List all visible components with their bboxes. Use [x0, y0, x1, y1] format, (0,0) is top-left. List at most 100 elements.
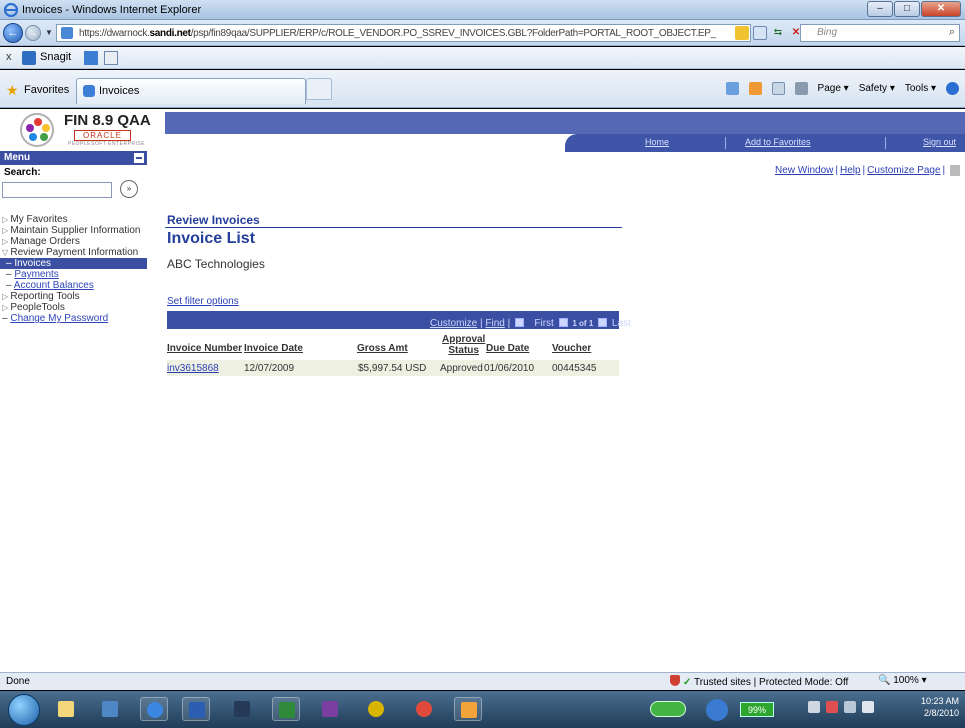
- action-center-icon[interactable]: [826, 701, 838, 713]
- compatibility-icon[interactable]: [753, 26, 767, 40]
- snagit-window-icon[interactable]: [104, 51, 118, 65]
- customize-page-link[interactable]: Customize Page: [867, 165, 940, 176]
- lock-icon[interactable]: [735, 26, 749, 40]
- menu-search-input[interactable]: [2, 182, 112, 198]
- oracle-logo: ORACLE: [74, 130, 131, 141]
- search-icon[interactable]: ⌕: [949, 26, 955, 39]
- minimize-button[interactable]: –: [867, 1, 893, 17]
- col-approval-status[interactable]: Approval Status: [442, 334, 485, 356]
- history-dropdown-icon[interactable]: ▼: [45, 28, 53, 37]
- refresh-icon[interactable]: ⇆: [771, 26, 785, 40]
- media-taskbar-icon[interactable]: [96, 697, 124, 721]
- excel-taskbar-icon[interactable]: [272, 697, 300, 721]
- search-input[interactable]: Bing ⌕: [800, 24, 960, 42]
- network-icon[interactable]: [844, 701, 856, 713]
- messenger-taskbar-icon[interactable]: [362, 697, 390, 721]
- menu-item-peopletools[interactable]: ▷ PeopleTools: [0, 302, 147, 313]
- page-menu[interactable]: Page ▾: [818, 83, 849, 94]
- address-bar[interactable]: https://dwarnock.sandi.net/psp/fin89qaa/…: [56, 24, 751, 42]
- menu-item-reporting-tools[interactable]: ▷ Reporting Tools: [0, 291, 147, 302]
- page-icon: [61, 27, 73, 39]
- chrome-taskbar-icon[interactable]: [410, 697, 438, 721]
- notification-icon[interactable]: [706, 699, 728, 721]
- grid-customize-link[interactable]: Customize: [430, 318, 477, 329]
- help-icon[interactable]: [946, 82, 959, 95]
- snagit-button[interactable]: Snagit: [40, 51, 71, 63]
- grid-last-label[interactable]: Last: [612, 318, 631, 329]
- grid-row-range: 1 of 1: [572, 319, 594, 328]
- next-row-icon[interactable]: [598, 318, 608, 327]
- invoice-date-cell: 12/07/2009: [244, 363, 295, 374]
- maximize-button[interactable]: □: [894, 1, 920, 17]
- page-utility-links: New Window | Help | Customize Page |: [775, 165, 961, 176]
- battery-percent[interactable]: 99%: [740, 702, 774, 717]
- feeds-icon[interactable]: [748, 82, 762, 95]
- clock-date: 2/8/2010: [923, 708, 959, 718]
- battery-meter-icon[interactable]: [650, 701, 686, 717]
- grid-first-label[interactable]: First: [534, 318, 553, 329]
- environment-name: FIN 8.9 QAA: [64, 112, 151, 129]
- snagit-icon[interactable]: [22, 51, 36, 65]
- menu-item-account-balances[interactable]: – Account Balances: [0, 280, 147, 291]
- menu-item-review-payment[interactable]: ▽ Review Payment Information: [0, 247, 147, 258]
- snagit-capture-icon[interactable]: [84, 51, 98, 65]
- http-link-icon[interactable]: [950, 165, 961, 176]
- menu-item-maintain-supplier[interactable]: ▷ Maintain Supplier Information: [0, 225, 147, 236]
- menu-header: Menu: [0, 151, 147, 165]
- taskbar-clock[interactable]: 10:23 AM 2/8/2010: [921, 695, 959, 719]
- help-link[interactable]: Help: [840, 165, 861, 176]
- grid-find-link[interactable]: Find: [485, 318, 504, 329]
- breadcrumb-divider: [165, 227, 622, 228]
- security-zone[interactable]: ✓ Trusted sites | Protected Mode: Off: [670, 675, 848, 688]
- print-icon[interactable]: [794, 82, 808, 95]
- app-taskbar-icon[interactable]: [228, 697, 256, 721]
- tab-invoices[interactable]: Invoices: [76, 78, 306, 104]
- new-tab-button[interactable]: [306, 78, 332, 100]
- ie-taskbar-icon[interactable]: [140, 697, 168, 721]
- col-invoice-date[interactable]: Invoice Date: [244, 343, 303, 354]
- col-invoice-number[interactable]: Invoice Number: [167, 343, 242, 354]
- protected-mode-icon: [670, 675, 680, 686]
- snagit-taskbar-icon[interactable]: [454, 697, 482, 721]
- back-button[interactable]: ←: [3, 23, 23, 43]
- app-logo: FIN 8.9 QAA ORACLE PEOPLESOFT ENTERPRISE: [14, 111, 164, 151]
- set-filter-options-link[interactable]: Set filter options: [167, 296, 239, 307]
- previous-row-icon[interactable]: [558, 318, 568, 327]
- new-window-link[interactable]: New Window: [775, 165, 833, 176]
- explorer-taskbar-icon[interactable]: [52, 697, 80, 721]
- forward-button[interactable]: →: [25, 25, 41, 41]
- safety-menu[interactable]: Safety ▾: [859, 83, 895, 94]
- search-placeholder: Bing: [817, 27, 838, 38]
- word-taskbar-icon[interactable]: [182, 697, 210, 721]
- url-text: https://dwarnock.sandi.net/psp/fin89qaa/…: [79, 27, 716, 39]
- close-toolbar-icon[interactable]: x: [6, 51, 12, 63]
- addon-toolbar: x Snagit: [0, 47, 965, 69]
- volume-icon[interactable]: [862, 701, 874, 713]
- download-grid-icon[interactable]: [515, 318, 525, 327]
- col-due-date[interactable]: Due Date: [486, 343, 529, 354]
- window-title: Invoices - Windows Internet Explorer: [22, 4, 202, 16]
- menu-item-invoices[interactable]: – Invoices: [0, 258, 147, 269]
- menu-item-manage-orders[interactable]: ▷ Manage Orders: [0, 236, 147, 247]
- menu-item-payments[interactable]: – Payments: [0, 269, 147, 280]
- menu-item-my-favorites[interactable]: ▷ My Favorites: [0, 214, 147, 225]
- mail-icon[interactable]: [771, 82, 785, 95]
- favorites-star-icon[interactable]: ★: [6, 82, 19, 99]
- col-gross-amt[interactable]: Gross Amt: [357, 343, 408, 354]
- collapse-menu-icon[interactable]: [134, 153, 144, 163]
- tools-menu[interactable]: Tools ▾: [905, 83, 936, 94]
- favorites-button[interactable]: Favorites: [24, 84, 69, 96]
- close-window-button[interactable]: ✕: [921, 1, 961, 17]
- zoom-control[interactable]: 🔍 100% ▾: [878, 675, 927, 686]
- menu-item-change-password[interactable]: – Change My Password: [0, 313, 147, 324]
- tray-arrow-icon[interactable]: [808, 701, 820, 713]
- home-link[interactable]: Home: [645, 137, 669, 147]
- sign-out-link[interactable]: Sign out: [923, 137, 956, 147]
- col-voucher[interactable]: Voucher: [552, 343, 591, 354]
- invoice-number-link[interactable]: inv3615868: [167, 363, 219, 374]
- start-button[interactable]: [8, 694, 40, 726]
- home-icon[interactable]: [725, 82, 739, 95]
- menu-search-go-button[interactable]: »: [120, 180, 138, 198]
- add-to-favorites-link[interactable]: Add to Favorites: [745, 137, 811, 147]
- onenote-taskbar-icon[interactable]: [316, 697, 344, 721]
